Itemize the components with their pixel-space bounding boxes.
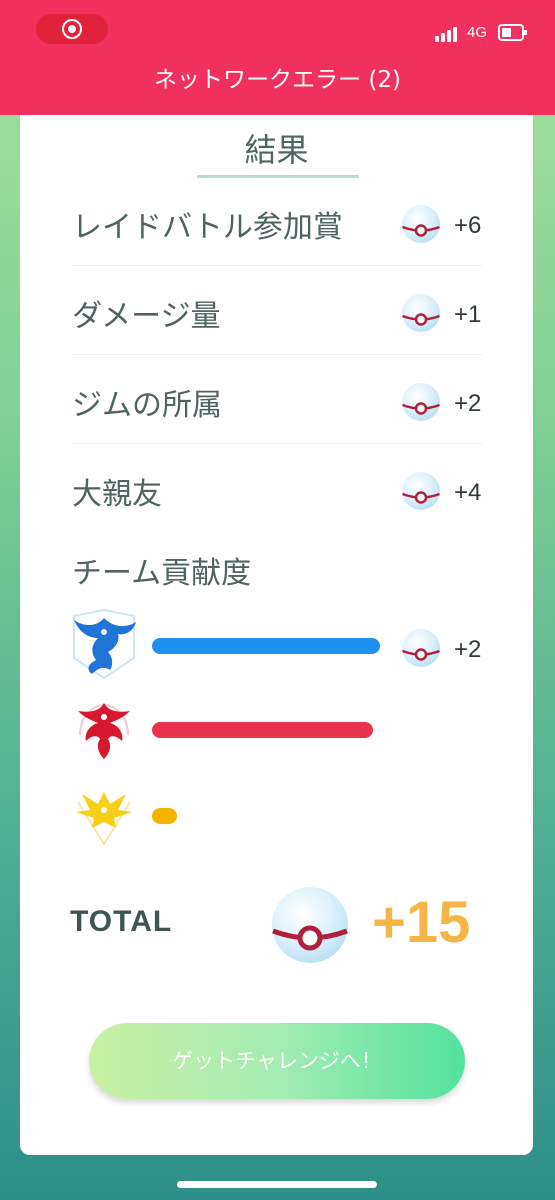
row-value-damage: +1 bbox=[454, 301, 482, 328]
team-instinct-bar bbox=[152, 808, 177, 824]
result-card: 結果 レイドバトル参加賞 +6 ダメージ量 +1 ジムの所属 +2 大親友 +4… bbox=[20, 115, 533, 1155]
row-divider bbox=[72, 354, 482, 355]
row-divider bbox=[72, 443, 482, 444]
premier-ball-icon bbox=[400, 203, 442, 245]
row-value-best-friend: +4 bbox=[454, 479, 482, 506]
total-value: +15 bbox=[372, 890, 471, 955]
premier-ball-icon bbox=[400, 470, 442, 512]
team-valor-bar bbox=[152, 722, 373, 738]
team-contribution-label: チーム貢献度 bbox=[72, 556, 252, 591]
home-indicator[interactable] bbox=[177, 1181, 377, 1188]
team-mystic-bar bbox=[152, 638, 380, 654]
title-underline bbox=[197, 175, 359, 178]
network-type-label: 4G bbox=[467, 24, 488, 41]
team-mystic-value: +2 bbox=[454, 636, 482, 663]
row-label-damage: ダメージ量 bbox=[72, 299, 221, 334]
total-label: TOTAL bbox=[70, 905, 173, 938]
page-title: ネットワークエラー (2) bbox=[154, 67, 401, 93]
row-label-gym-affiliation: ジムの所属 bbox=[72, 388, 222, 423]
premier-ball-icon bbox=[268, 883, 352, 967]
team-valor-icon bbox=[78, 703, 130, 759]
screen-recording-indicator[interactable] bbox=[36, 14, 108, 44]
premier-ball-icon bbox=[400, 627, 442, 669]
battery-icon bbox=[498, 24, 527, 41]
record-icon bbox=[62, 19, 82, 39]
get-challenge-button[interactable]: ゲットチャレンジへ！ bbox=[89, 1023, 465, 1099]
team-instinct-icon bbox=[76, 792, 132, 846]
status-bar: 4G ネットワークエラー (2) bbox=[0, 0, 555, 115]
premier-ball-icon bbox=[400, 292, 442, 334]
row-value-raid-participation: +6 bbox=[454, 212, 482, 239]
row-divider bbox=[72, 265, 482, 266]
premier-ball-icon bbox=[400, 381, 442, 423]
result-title: 結果 bbox=[244, 131, 309, 169]
row-value-gym-affiliation: +2 bbox=[454, 390, 482, 417]
row-label-best-friend: 大親友 bbox=[72, 477, 162, 512]
team-mystic-icon bbox=[73, 608, 136, 680]
row-label-raid-participation: レイドバトル参加賞 bbox=[72, 210, 343, 245]
signal-strength-icon bbox=[435, 26, 463, 42]
